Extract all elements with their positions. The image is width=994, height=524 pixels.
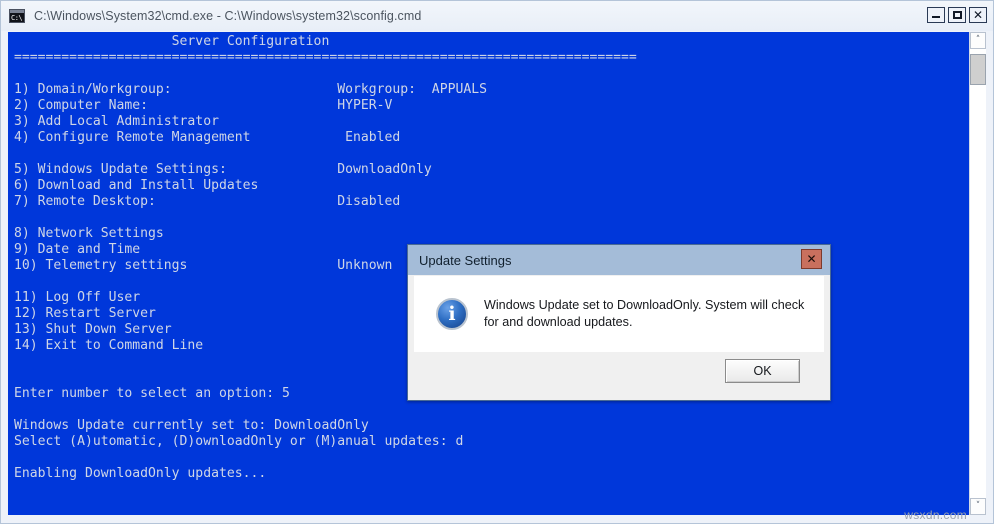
chevron-up-icon: ˄ [975, 35, 981, 45]
ok-button[interactable]: OK [725, 359, 800, 383]
update-settings-dialog: Update Settings ✕ Windows Update set to … [407, 244, 831, 401]
information-icon [436, 298, 468, 330]
scroll-up-button[interactable]: ˄ [970, 32, 986, 49]
cmd-console-icon: C:\ [9, 9, 25, 23]
chevron-down-icon: ˅ [975, 501, 981, 511]
close-icon: ✕ [972, 8, 984, 22]
scroll-down-button[interactable]: ˅ [970, 498, 986, 515]
maximize-button[interactable] [948, 7, 966, 23]
window-controls: ✕ [927, 7, 987, 23]
scrollbar-thumb[interactable] [970, 54, 986, 85]
watermark: wsxdn.com [904, 508, 967, 522]
console-window: C:\ C:\Windows\System32\cmd.exe - C:\Win… [0, 0, 994, 524]
vertical-scrollbar[interactable]: ˄ ˅ [969, 32, 986, 515]
close-button[interactable]: ✕ [969, 7, 987, 23]
dialog-title: Update Settings [419, 252, 512, 268]
dialog-message: Windows Update set to DownloadOnly. Syst… [484, 298, 805, 329]
minimize-icon [932, 16, 940, 18]
dialog-close-button[interactable]: ✕ [801, 249, 822, 269]
cmd-icon-glyph: C:\ [11, 14, 23, 22]
maximize-icon [953, 11, 962, 19]
dialog-titlebar: Update Settings ✕ [408, 245, 830, 275]
minimize-button[interactable] [927, 7, 945, 23]
window-title: C:\Windows\System32\cmd.exe - C:\Windows… [34, 9, 422, 23]
dialog-footer: OK [414, 352, 824, 394]
window-titlebar: C:\ C:\Windows\System32\cmd.exe - C:\Win… [1, 1, 993, 31]
dialog-body: Windows Update set to DownloadOnly. Syst… [414, 276, 824, 352]
